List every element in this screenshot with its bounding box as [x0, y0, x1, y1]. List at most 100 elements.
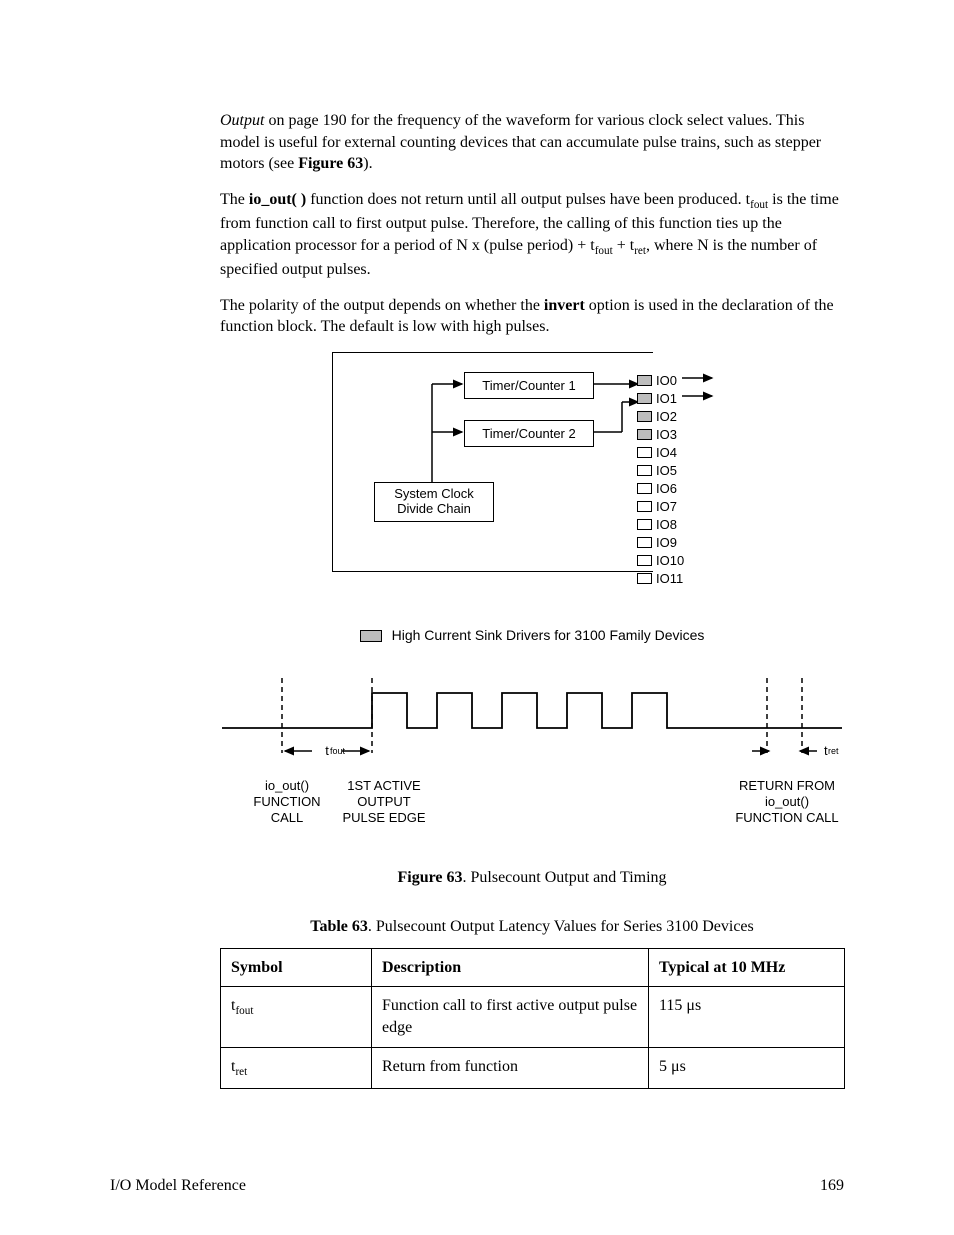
- pin-io11: IO11: [637, 569, 717, 587]
- p1-text-b: ).: [363, 155, 372, 172]
- paragraph-2: The io_out( ) function does not return u…: [220, 189, 844, 281]
- cell-desc: Function call to first active output pul…: [372, 987, 649, 1047]
- pin-io4: IO4: [637, 443, 717, 461]
- legend-swatch-icon: [360, 630, 382, 642]
- pin-io7: IO7: [637, 497, 717, 515]
- label-return: RETURN FROM io_out() FUNCTION CALL: [722, 778, 852, 827]
- timer-counter-2-box: Timer/Counter 2: [464, 420, 594, 448]
- footer-page-number: 169: [820, 1177, 844, 1195]
- table-caption-text: . Pulsecount Output Latency Values for S…: [368, 918, 754, 935]
- p2-text-a: The: [220, 191, 249, 208]
- page: Output on page 190 for the frequency of …: [0, 0, 954, 1235]
- cell-val: 115 μs: [649, 987, 845, 1047]
- figure-caption-text: . Pulsecount Output and Timing: [463, 869, 667, 886]
- p2-text-d: + t: [613, 237, 634, 254]
- cell-val: 5 μs: [649, 1047, 845, 1088]
- sym-sub: fout: [235, 1006, 253, 1018]
- p2-text-b: function does not return until all outpu…: [306, 191, 750, 208]
- pin-io5: IO5: [637, 461, 717, 479]
- pin-box-icon: [637, 465, 652, 476]
- paragraph-3: The polarity of the output depends on wh…: [220, 295, 844, 338]
- pin-label: IO7: [656, 499, 677, 514]
- pin-label: IO6: [656, 481, 677, 496]
- th-symbol: Symbol: [221, 948, 372, 987]
- th-description: Description: [372, 948, 649, 987]
- pin-label: IO5: [656, 463, 677, 478]
- cell-desc: Return from function: [372, 1047, 649, 1088]
- tfout-sub-1: fout: [750, 199, 768, 211]
- paragraph-1: Output on page 190 for the frequency of …: [220, 110, 844, 175]
- pin-label: IO8: [656, 517, 677, 532]
- pin-io1: IO1: [637, 389, 717, 407]
- sys-line-2: Divide Chain: [397, 501, 471, 516]
- timing-waveform: t t: [222, 673, 842, 773]
- pin-io6: IO6: [637, 479, 717, 497]
- pin-label: IO11: [656, 571, 683, 586]
- timer-counter-1-box: Timer/Counter 1: [464, 372, 594, 400]
- pin-box-icon: [637, 501, 652, 512]
- l3: PULSE EDGE: [342, 810, 425, 825]
- l1: 1ST ACTIVE: [347, 778, 420, 793]
- table-caption-num: Table 63: [310, 918, 368, 935]
- body-text: Output on page 190 for the frequency of …: [220, 110, 844, 1089]
- pin-box-icon: [637, 573, 652, 584]
- sym-sub: ret: [235, 1066, 247, 1078]
- legend-text: High Current Sink Drivers for 3100 Famil…: [392, 627, 705, 643]
- figure-ref: Figure 63: [298, 155, 363, 172]
- pin-label: IO0: [656, 373, 677, 388]
- table-caption: Table 63. Pulsecount Output Latency Valu…: [220, 916, 844, 938]
- tfout-sub-2: fout: [595, 245, 613, 257]
- pin-box-icon: [637, 447, 652, 458]
- l3: CALL: [271, 810, 304, 825]
- table-header-row: Symbol Description Typical at 10 MHz: [221, 948, 845, 987]
- block-diagram: Timer/Counter 1 Timer/Counter 2 System C…: [332, 352, 732, 612]
- pin-io10: IO10: [637, 551, 717, 569]
- system-clock-box: System Clock Divide Chain: [374, 482, 494, 522]
- output-ref: Output: [220, 112, 264, 129]
- pin-io2: IO2: [637, 407, 717, 425]
- l3: FUNCTION CALL: [735, 810, 838, 825]
- l1: RETURN FROM: [739, 778, 835, 793]
- pin-box-icon: [637, 411, 652, 422]
- pin-box-icon: [637, 483, 652, 494]
- table-row: tret Return from function 5 μs: [221, 1047, 845, 1088]
- l2: OUTPUT: [357, 794, 410, 809]
- pin-box-icon: [637, 393, 652, 404]
- pin-io8: IO8: [637, 515, 717, 533]
- l1: io_out(): [265, 778, 309, 793]
- pin-label: IO9: [656, 535, 677, 550]
- figure-caption: Figure 63. Pulsecount Output and Timing: [220, 867, 844, 889]
- pin-box-icon: [637, 537, 652, 548]
- pin-label: IO3: [656, 427, 677, 442]
- l2: FUNCTION: [253, 794, 320, 809]
- latency-table: Symbol Description Typical at 10 MHz tfo…: [220, 948, 845, 1089]
- io-out-fn: io_out( ): [249, 191, 306, 208]
- pin-label: IO2: [656, 409, 677, 424]
- pin-box-icon: [637, 519, 652, 530]
- figure-caption-num: Figure 63: [397, 869, 462, 886]
- label-io-out-call: io_out() FUNCTION CALL: [242, 778, 332, 827]
- invert-option: invert: [544, 297, 585, 314]
- label-first-edge: 1ST ACTIVE OUTPUT PULSE EDGE: [334, 778, 434, 827]
- cell-symbol-tret: tret: [221, 1047, 372, 1088]
- tret-sub: ret: [634, 245, 646, 257]
- tfout-subscript: fout: [330, 745, 345, 757]
- l2: io_out(): [765, 794, 809, 809]
- tret-subscript: ret: [828, 745, 839, 757]
- page-footer: I/O Model Reference 169: [110, 1177, 844, 1195]
- p3-text-a: The polarity of the output depends on wh…: [220, 297, 544, 314]
- pin-io0: IO0: [637, 371, 717, 389]
- sys-line-1: System Clock: [394, 486, 473, 501]
- pin-box-icon: [637, 429, 652, 440]
- pin-io9: IO9: [637, 533, 717, 551]
- pin-box-icon: [637, 375, 652, 386]
- pin-label: IO1: [656, 391, 677, 406]
- timing-diagram: t t fout ret io_out() FUNCTION CALL 1ST …: [222, 673, 842, 843]
- cell-symbol-tfout: tfout: [221, 987, 372, 1047]
- pin-box-icon: [637, 555, 652, 566]
- pin-label: IO4: [656, 445, 677, 460]
- footer-title: I/O Model Reference: [110, 1177, 246, 1195]
- legend: High Current Sink Drivers for 3100 Famil…: [220, 626, 844, 645]
- th-typical: Typical at 10 MHz: [649, 948, 845, 987]
- svg-text:t: t: [325, 743, 329, 758]
